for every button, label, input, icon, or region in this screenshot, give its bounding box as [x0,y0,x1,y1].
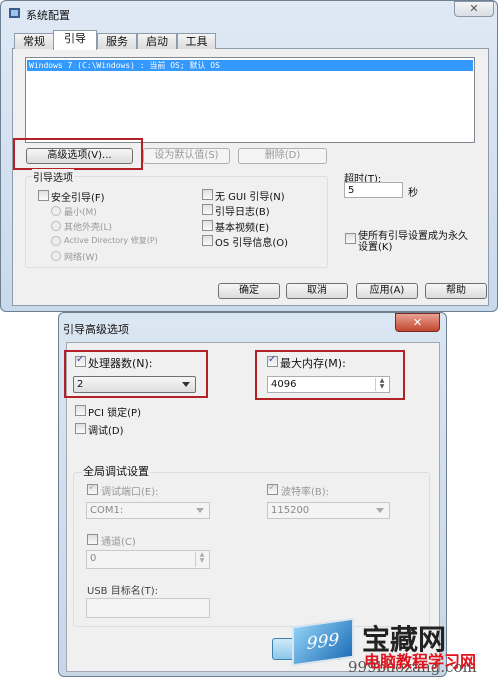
channel-value: 0 [90,553,97,564]
list-item[interactable]: Windows 7 (C:\Windows) : 当前 OS; 默认 OS [27,60,473,71]
minimal-label: 最小(M) [64,208,97,218]
monitor-logo-icon: 999 [292,617,354,667]
num-processors-select[interactable]: 2 [73,376,196,393]
channel-input[interactable]: 0 ▲ ▼ [86,550,210,569]
usb-target-label: USB 目标名(T): [87,586,158,597]
alternate-shell-label: 其他外壳(L) [64,223,113,233]
tab-services[interactable]: 服务 [97,33,137,49]
debug-port-checkbox[interactable] [87,482,98,495]
global-debug-label: 全局调试设置 [82,463,150,479]
pci-lock-label: PCI 锁定(P) [88,408,141,419]
baud-rate-label: 波特率(B): [281,487,330,498]
ad-repair-label: Active Directory 修复(P) [64,236,158,245]
ok-button[interactable]: 确定 [218,283,280,299]
help-button[interactable]: 帮助 [425,283,487,299]
safe-boot-label: 安全引导(F) [51,193,105,204]
os-info-checkbox[interactable] [202,235,213,246]
debug-port-select[interactable]: COM1: [86,502,210,519]
chevron-down-icon [182,382,190,387]
safe-boot-checkbox[interactable] [38,190,49,201]
pci-lock-checkbox[interactable] [75,405,86,416]
dialog-title: 引导高级选项 [63,323,129,336]
app-icon [9,8,20,18]
minimal-radio[interactable] [51,206,61,216]
close-button[interactable]: ✕ [454,1,494,17]
tab-boot[interactable]: 引导 [53,30,97,50]
boot-log-label: 引导日志(B) [215,207,270,218]
no-gui-label: 无 GUI 引导(N) [215,192,285,203]
max-memory-label: 最大内存(M): [280,357,346,370]
tab-tools[interactable]: 工具 [177,33,216,49]
debug-label: 调试(D) [88,426,124,437]
num-processors-checkbox[interactable] [75,354,86,367]
apply-button[interactable]: 应用(A) [356,283,418,299]
debug-port-value: COM1: [90,505,124,516]
permanent-checkbox[interactable] [345,233,356,244]
timeout-input[interactable]: 5 [344,182,403,198]
watermark-logo: 999 宝藏网 999baozang.com 电脑教程学习网 [290,617,500,677]
watermark-subtitle: 电脑教程学习网 [364,652,477,671]
baud-rate-select[interactable]: 115200 [267,502,390,519]
delete-button[interactable]: 删除(D) [238,148,327,164]
max-memory-value: 4096 [271,379,297,390]
usb-target-input[interactable] [86,598,210,618]
advanced-options-button[interactable]: 高级选项(V)... [26,148,133,164]
num-processors-label: 处理器数(N): [88,357,153,370]
boot-log-checkbox[interactable] [202,204,213,215]
base-video-checkbox[interactable] [202,220,213,231]
network-label: 网络(W) [64,253,98,263]
dialog-close-button[interactable]: ✕ [395,313,440,332]
network-radio[interactable] [51,251,61,261]
channel-label: 通道(C) [101,537,136,548]
permanent-label: 使所有引导设置成为永久设置(K) [358,231,468,253]
base-video-label: 基本视频(E) [215,223,270,234]
boot-options-label: 引导选项 [32,169,74,184]
alternate-shell-radio[interactable] [51,221,61,231]
num-processors-value: 2 [77,379,84,390]
spinner-arrows-icon[interactable]: ▲ ▼ [195,552,208,567]
debug-checkbox[interactable] [75,423,86,434]
max-memory-checkbox[interactable] [267,354,278,367]
tab-startup[interactable]: 启动 [137,33,177,49]
os-info-label: OS 引导信息(O) [215,238,289,249]
set-default-button[interactable]: 设为默认值(S) [143,148,230,164]
max-memory-input[interactable]: 4096 ▲ ▼ [267,376,390,393]
debug-port-label: 调试端口(E): [101,487,159,498]
timeout-unit: 秒 [408,188,418,199]
tab-general[interactable]: 常规 [14,33,54,49]
cancel-button[interactable]: 取消 [286,283,348,299]
baud-rate-checkbox[interactable] [267,482,278,495]
spinner-arrows-icon[interactable]: ▲ ▼ [375,378,388,391]
chevron-down-icon [196,508,204,513]
baud-rate-value: 115200 [271,505,310,516]
no-gui-checkbox[interactable] [202,189,213,200]
channel-checkbox[interactable] [87,534,98,545]
window-title: 系统配置 [26,9,70,22]
boot-os-list[interactable]: Windows 7 (C:\Windows) : 当前 OS; 默认 OS [25,57,475,143]
ad-repair-radio[interactable] [51,236,61,246]
chevron-down-icon [376,508,384,513]
